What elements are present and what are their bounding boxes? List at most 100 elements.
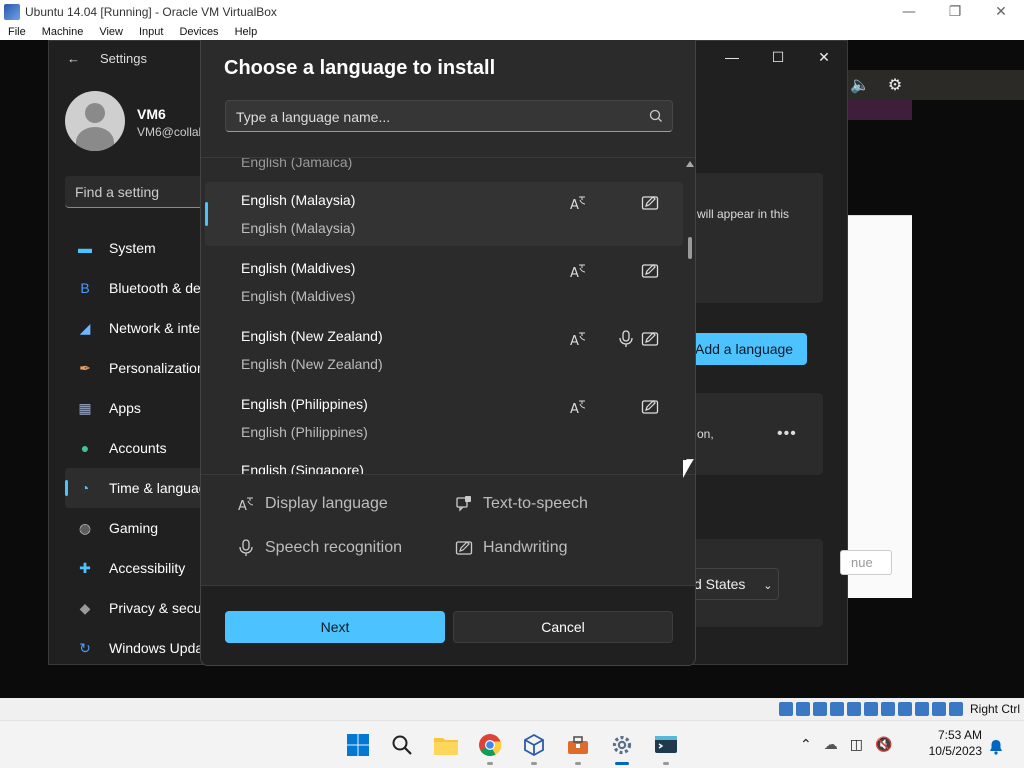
menu-help[interactable]: Help [227,26,266,38]
menu-devices[interactable]: Devices [171,26,226,38]
clock-time: 7:53 AM [937,728,982,742]
virtualbox-button[interactable] [516,727,552,765]
display-language-icon: A [569,194,587,213]
gear-icon [612,735,632,755]
sidebar-item-accessibility[interactable]: ✚ Accessibility [65,548,205,588]
list-item-partial[interactable]: English (Singapore) [241,462,364,474]
cloud-icon[interactable]: ☁ [824,737,838,753]
sidebar-item-gaming[interactable]: ◍ Gaming [65,508,205,548]
sidebar-item-privacy-security[interactable]: ◆ Privacy & security [65,588,205,628]
language-list[interactable]: English (Jamaica) English (Singapore) En… [201,157,695,475]
menu-view[interactable]: View [91,26,131,38]
settings-taskbar-button[interactable] [604,727,640,765]
search-icon[interactable] [648,108,664,124]
list-item[interactable]: English (New Zealand) English (New Zealan… [205,318,683,382]
list-item-partial[interactable]: English (Jamaica) [241,158,352,170]
sidebar-item-label: Apps [109,400,141,416]
language-search-input[interactable] [236,107,636,127]
recording-icon[interactable] [897,702,912,716]
sidebar-item-bluetooth-devices[interactable]: B Bluetooth & devices [65,268,205,308]
shared-folder-icon[interactable] [863,702,878,716]
terminal-button[interactable] [648,727,684,765]
update-icon: ↻ [79,640,91,656]
list-item[interactable]: English (Malaysia) English (Malaysia) A [205,182,683,246]
legend-handwriting: Handwriting [455,539,567,557]
sidebar-item-personalization[interactable]: ✒ Personalization [65,348,205,388]
language-search-box[interactable] [225,100,673,132]
sidebar-item-accounts[interactable]: ● Accounts [65,428,205,468]
display-language-icon: A [569,398,587,417]
network-icon[interactable] [829,702,844,716]
sidebar-item-windows-update[interactable]: ↻ Windows Update [65,628,205,668]
settings-minimize-icon[interactable]: — [709,41,755,73]
mouse-integration-icon[interactable] [931,702,946,716]
network-status-icon[interactable]: ◫ [850,737,863,753]
sidebar-item-network-internet[interactable]: ◢ Network & internet [65,308,205,348]
volume-muted-icon[interactable]: 🔇 [875,737,892,753]
language-list-scrollbar[interactable] [685,157,695,475]
add-language-button[interactable]: Add a language [691,333,807,365]
feature-legend: A Display language Text-to-speech Speech… [201,477,695,585]
region-select[interactable]: d States ⌄ [689,568,779,600]
hard-disk-icon[interactable] [778,702,793,716]
start-button[interactable] [340,727,376,763]
settings-nav: ▬ System B Bluetooth & devices ◢ Network & in… [65,228,205,668]
sidebar-item-label: System [109,240,156,256]
region-value: d States [694,576,746,592]
handwriting-icon [641,398,659,416]
menu-file[interactable]: File [0,26,34,38]
close-icon[interactable]: ✕ [978,4,1024,20]
cpu-icon[interactable] [914,702,929,716]
choose-language-dialog: Choose a language to install English (Ja… [200,40,696,666]
language-native-name: English (Philippines) [241,424,368,440]
chrome-button[interactable] [472,727,508,765]
taskbar: ⌃ ☁ ◫ 🔇 7:53 AM 10/5/2023 [0,720,1024,768]
toolbox-button[interactable] [560,727,596,765]
sidebar-item-label: Privacy & security [109,600,205,616]
speaker-icon[interactable]: 🔈 [850,75,870,94]
person-icon: ● [80,440,90,456]
cancel-button[interactable]: Cancel [453,611,673,643]
sidebar-item-time-language[interactable]: ◔ Time & language [65,468,205,508]
find-setting-input[interactable]: Find a setting [65,176,205,208]
taskbar-clock[interactable]: 7:53 AM 10/5/2023 [922,727,982,759]
vbox-menubar: File Machine View Input Devices Help [0,23,1024,40]
keyboard-icon[interactable] [948,702,963,716]
ubuntu-continue-button[interactable]: nue [840,550,892,575]
more-options-icon[interactable]: ••• [777,425,797,443]
next-button[interactable]: Next [225,611,445,643]
list-item[interactable]: English (Maldives) English (Maldives) A [205,250,683,314]
minimize-icon[interactable]: — [886,4,932,20]
display-icon[interactable] [880,702,895,716]
usb-icon[interactable] [846,702,861,716]
maximize-icon[interactable]: ❐ [932,4,978,20]
settings-close-icon[interactable]: ✕ [801,41,847,73]
list-item[interactable]: English (Philippines) English (Philippine… [205,386,683,450]
sidebar-item-label: Accessibility [109,560,186,576]
language-native-name: English (New Zealand) [241,356,383,372]
sidebar-item-system[interactable]: ▬ System [65,228,205,268]
sidebar-item-apps[interactable]: ▦ Apps [65,388,205,428]
scroll-up-arrow-icon[interactable] [686,161,694,167]
chrome-icon [479,734,502,756]
back-arrow-icon[interactable]: ← [67,51,80,66]
language-name: English (New Zealand) [241,328,383,344]
menu-machine[interactable]: Machine [34,26,92,38]
optical-drive-icon[interactable] [795,702,810,716]
scroll-thumb[interactable] [688,237,692,259]
file-explorer-button[interactable] [428,727,464,763]
settings-maximize-icon[interactable]: ☐ [755,41,801,73]
language-name: English (Philippines) [241,396,368,412]
taskbar-search-button[interactable] [384,727,420,763]
notification-bell-icon[interactable] [988,739,1004,755]
cube-icon [524,733,544,757]
menu-input[interactable]: Input [131,26,171,38]
audio-icon[interactable] [812,702,827,716]
legend-text-to-speech: Text-to-speech [455,495,588,513]
gamepad-icon: ◍ [78,520,92,536]
display-language-icon: A [238,497,254,513]
gear-icon[interactable]: ⚙ [888,75,902,94]
apps-icon: ▦ [78,400,92,416]
svg-text:A: A [570,266,579,280]
chevron-up-icon[interactable]: ⌃ [800,737,812,753]
